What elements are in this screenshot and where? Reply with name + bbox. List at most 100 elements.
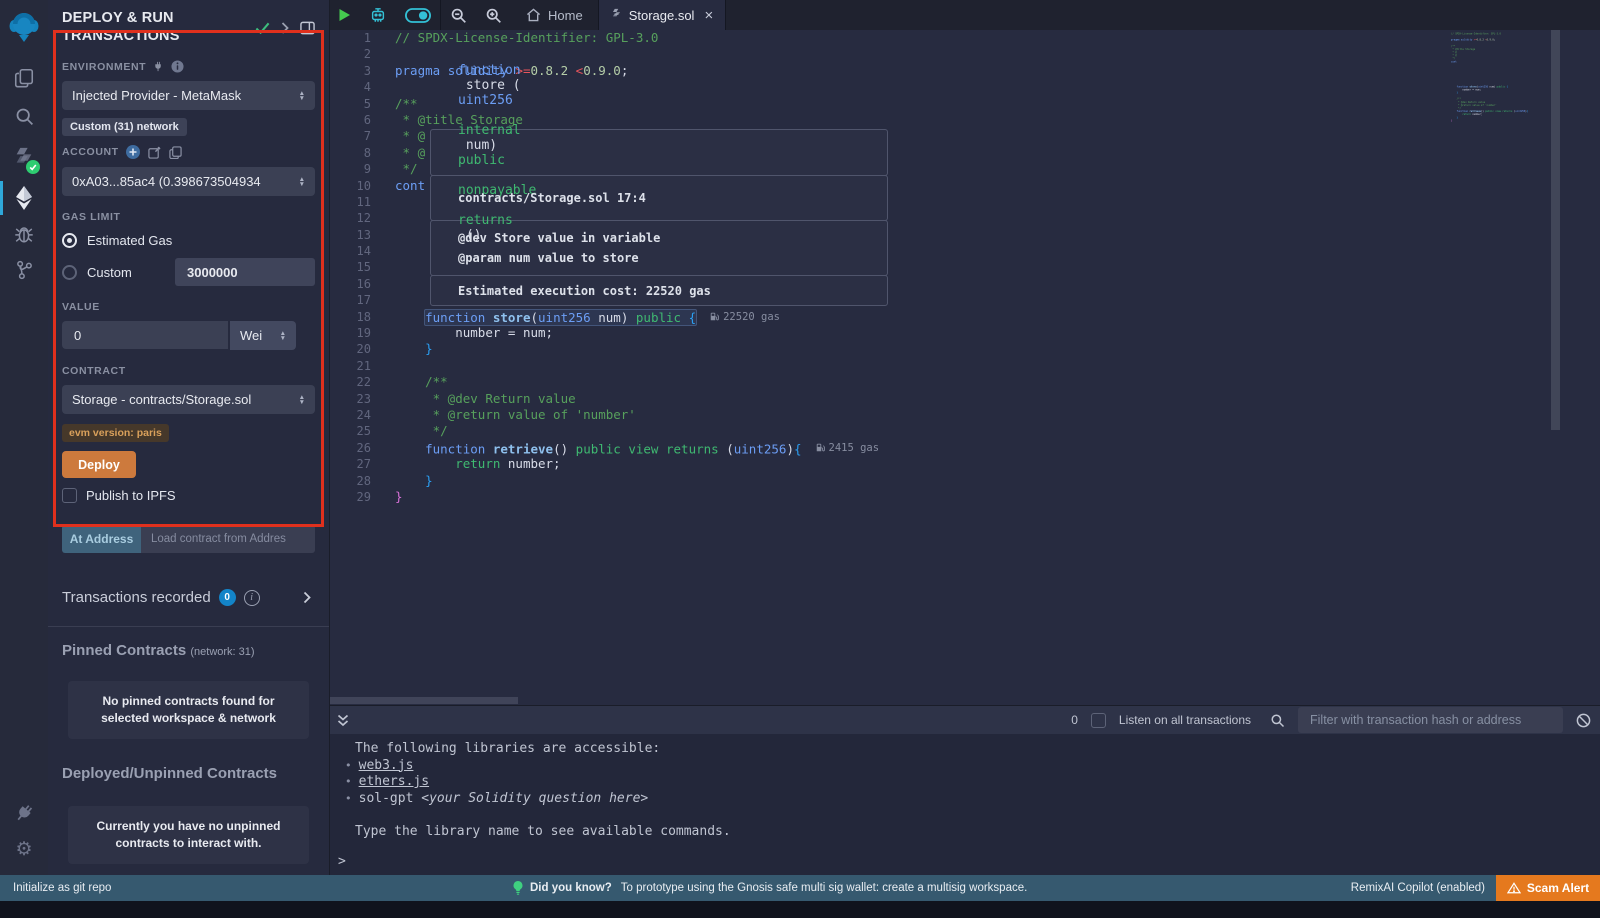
hover-tooltip: function store (uint256 internal num) pu…: [430, 130, 888, 306]
bottom-strip: [0, 901, 1600, 918]
solidity-file-icon: [611, 8, 622, 23]
tooltip-doc-line2: @param num value to store: [458, 248, 887, 268]
value-unit-select[interactable]: Wei ▲▼: [230, 321, 296, 350]
collapse-terminal-icon[interactable]: [330, 714, 349, 727]
code-line[interactable]: 23 * @dev Return value: [330, 391, 1600, 407]
sidebar-item-debugger[interactable]: [0, 216, 48, 252]
pinned-network-subtitle: (network: 31): [190, 646, 254, 658]
terminal-link[interactable]: ethers.js: [359, 774, 429, 789]
terminal-line: •sol-gpt <your Solidity question here>: [330, 791, 1600, 808]
sidebar-item-file-explorer[interactable]: [0, 60, 48, 96]
horizontal-scrollbar[interactable]: [330, 697, 518, 704]
icon-rail: ⚙: [0, 0, 48, 875]
contract-select[interactable]: Storage - contracts/Storage.sol ▲▼: [62, 385, 315, 414]
code-line[interactable]: 22 /**: [330, 374, 1600, 390]
zoom-in-button[interactable]: [476, 0, 511, 30]
git-init-button[interactable]: Initialize as git repo: [13, 875, 111, 901]
terminal-prompt[interactable]: >: [330, 854, 1600, 869]
clear-console-icon[interactable]: [1576, 713, 1591, 728]
code-line[interactable]: 2: [330, 46, 1600, 62]
did-you-know-tip: Did you know? To prototype using the Gno…: [513, 875, 1027, 901]
pin-panel-icon[interactable]: [300, 21, 315, 35]
code-line[interactable]: 25 */: [330, 423, 1600, 439]
remix-logo[interactable]: [0, 8, 48, 44]
sidebar-item-git[interactable]: [0, 252, 48, 288]
zoom-in-icon: [485, 7, 502, 24]
info-icon[interactable]: [171, 60, 184, 73]
pinned-contracts-title: Pinned Contracts (network: 31): [62, 642, 315, 659]
search-icon: [14, 106, 35, 127]
contract-label: CONTRACT: [62, 365, 315, 377]
unpinned-empty-line1: Currently you have no unpinned: [76, 818, 301, 835]
edit-icon[interactable]: [148, 146, 161, 159]
code-line[interactable]: 26 function retrieve() public view retur…: [330, 440, 1600, 456]
environment-select[interactable]: Injected Provider - MetaMask ▲▼: [62, 81, 315, 110]
chevron-updown-icon: ▲▼: [299, 177, 305, 187]
custom-gas-input[interactable]: [175, 258, 315, 286]
value-input[interactable]: [62, 321, 228, 349]
minimap-content: // SPDX-License-Identifier: GPL-3.0pragm…: [1449, 32, 1551, 122]
sidebar-item-deploy-run[interactable]: [0, 180, 48, 216]
at-address-button[interactable]: At Address: [62, 525, 141, 553]
sidebar-item-settings[interactable]: ⚙: [0, 831, 48, 867]
vertical-scrollbar[interactable]: [1551, 30, 1560, 430]
environment-value: Injected Provider - MetaMask: [72, 88, 241, 103]
terminal[interactable]: The following libraries are accessible:•…: [330, 734, 1600, 875]
search-icon[interactable]: [1270, 713, 1285, 728]
code-line[interactable]: 1// SPDX-License-Identifier: GPL-3.0: [330, 30, 1600, 46]
editor-tabbar: Home Storage.sol ×: [330, 0, 1600, 30]
deploy-run-ethereum-icon: [14, 185, 34, 211]
plug-small-icon[interactable]: [153, 61, 164, 72]
expand-chevron-icon[interactable]: [303, 591, 311, 604]
code-line[interactable]: 28 }: [330, 473, 1600, 489]
file-explorer-icon: [13, 67, 35, 89]
tooltip-signature: function store (uint256 internal num) pu…: [430, 129, 888, 176]
run-script-button[interactable]: [330, 0, 360, 30]
listen-all-checkbox[interactable]: [1091, 713, 1106, 728]
forward-chevron-icon[interactable]: [281, 22, 289, 34]
editor-minimap[interactable]: // SPDX-License-Identifier: GPL-3.0pragm…: [1449, 32, 1551, 232]
terminal-line: [330, 807, 1600, 824]
code-line[interactable]: 21: [330, 358, 1600, 374]
copilot-status[interactable]: RemixAI Copilot (enabled): [1351, 875, 1485, 901]
tab-home[interactable]: Home: [511, 0, 598, 30]
sidebar-item-search[interactable]: [0, 98, 48, 134]
network-badge: Custom (31) network: [62, 118, 187, 136]
code-line[interactable]: 29}: [330, 489, 1600, 505]
copilot-toggle[interactable]: [396, 0, 440, 30]
zoom-out-button[interactable]: [441, 0, 476, 30]
scam-alert-button[interactable]: Scam Alert: [1496, 875, 1600, 901]
account-select[interactable]: 0xA03...85ac4 (0.398673504934 ▲▼: [62, 167, 315, 196]
code-line[interactable]: 20 }: [330, 341, 1600, 357]
code-line[interactable]: 24 * @return value of 'number': [330, 407, 1600, 423]
listen-count: 0: [1071, 713, 1078, 727]
filter-input[interactable]: [1298, 707, 1563, 733]
close-icon[interactable]: ×: [704, 7, 713, 24]
info-icon[interactable]: i: [244, 590, 260, 606]
copy-icon[interactable]: [169, 146, 182, 159]
at-address-input[interactable]: [141, 525, 315, 553]
code-line[interactable]: 18 function store(uint256 num) public {2…: [330, 309, 1600, 325]
terminal-line: •web3.js: [330, 758, 1600, 775]
estimated-gas-radio[interactable]: [62, 233, 77, 248]
lightbulb-icon: [513, 881, 523, 895]
plug-icon: [14, 803, 35, 824]
git-branch-icon: [14, 259, 35, 281]
terminal-lines: The following libraries are accessible:•…: [330, 741, 1600, 840]
environment-label-row: ENVIRONMENT: [62, 60, 315, 73]
add-account-icon[interactable]: [126, 145, 140, 159]
code-line[interactable]: 27 return number;: [330, 456, 1600, 472]
ai-copilot-button[interactable]: [360, 0, 396, 30]
tab-storage-sol[interactable]: Storage.sol ×: [599, 0, 726, 30]
listen-all-label: Listen on all transactions: [1119, 713, 1251, 727]
divider: [48, 626, 329, 627]
account-value: 0xA03...85ac4 (0.398673504934: [72, 174, 261, 189]
publish-ipfs-checkbox[interactable]: [62, 488, 77, 503]
custom-gas-radio[interactable]: [62, 265, 77, 280]
compile-success-badge-icon: [26, 160, 40, 174]
code-line[interactable]: 19 number = num;: [330, 325, 1600, 341]
deploy-button[interactable]: Deploy: [62, 451, 136, 478]
sidebar-item-plugin-manager[interactable]: [0, 795, 48, 831]
terminal-link[interactable]: web3.js: [359, 758, 414, 773]
sidebar-item-solidity-compiler[interactable]: [0, 140, 48, 176]
